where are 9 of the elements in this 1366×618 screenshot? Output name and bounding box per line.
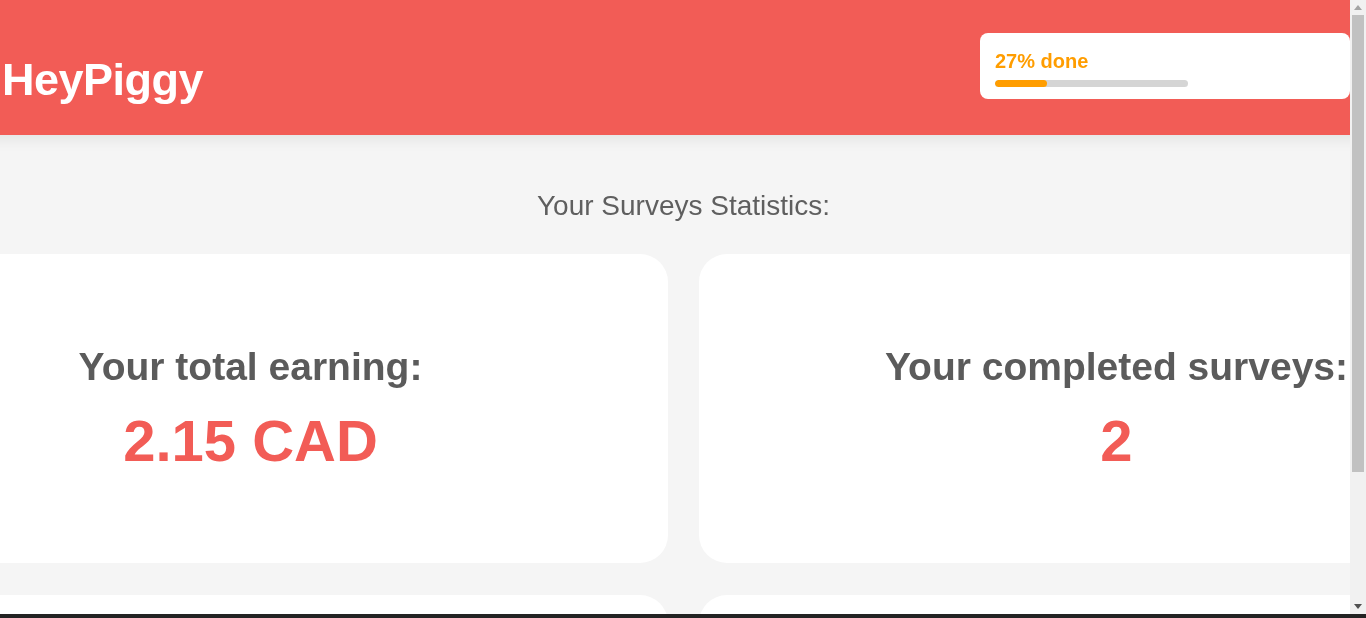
stat-value: 2.15 CAD (123, 407, 378, 474)
stat-label: Your total earning: (78, 343, 423, 390)
section-title: Your Surveys Statistics: (535, 189, 832, 223)
stat-label: Your completed surveys: (884, 343, 1349, 390)
scrollbar[interactable] (1350, 0, 1366, 614)
progress-label: 27% done (995, 49, 1090, 73)
stat-value: 2 (1100, 407, 1133, 474)
scrollbar-thumb[interactable] (1352, 15, 1364, 472)
logo-text[interactable]: HeyPiggy (2, 57, 204, 103)
